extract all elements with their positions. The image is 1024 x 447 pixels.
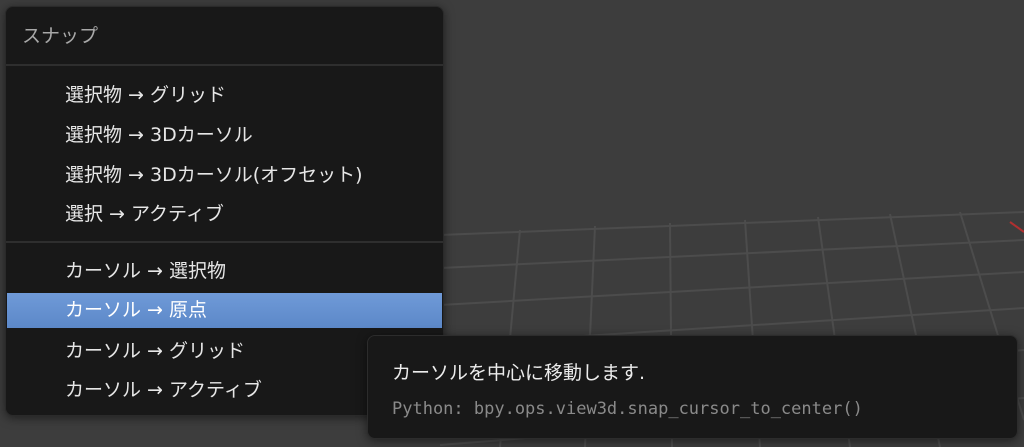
menu-item-cursor-to-origin[interactable]: カーソル → 原点: [7, 293, 442, 328]
menu-title: スナップ: [22, 25, 99, 47]
tooltip-description: カーソルを中心に移動します.: [392, 362, 646, 384]
menu-item-selection-to-grid[interactable]: 選択物 → グリッド: [7, 78, 442, 113]
menu-item-cursor-to-selected[interactable]: カーソル → 選択物: [7, 254, 442, 289]
tooltip: カーソルを中心に移動します. Python: bpy.ops.view3d.sn…: [367, 335, 1018, 439]
tooltip-python-command: Python: bpy.ops.view3d.snap_cursor_to_ce…: [392, 399, 863, 419]
menu-item-selection-to-cursor-offset[interactable]: 選択物 → 3Dカーソル(オフセット): [7, 158, 442, 193]
menu-separator: [6, 64, 443, 66]
menu-item-selection-to-cursor[interactable]: 選択物 → 3Dカーソル: [7, 118, 442, 153]
menu-separator: [6, 241, 443, 243]
menu-item-selection-to-active[interactable]: 選択 → アクティブ: [7, 197, 442, 232]
